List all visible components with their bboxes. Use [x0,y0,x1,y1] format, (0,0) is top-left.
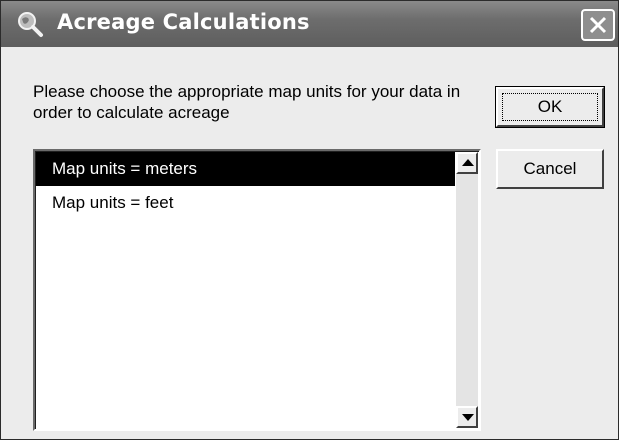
title-bar[interactable]: Acreage Calculations [1,1,618,47]
arrow-down-icon [462,414,474,421]
close-icon [589,16,607,34]
acreage-calculations-dialog: Acreage Calculations Please choose the a… [0,0,619,440]
cancel-button[interactable]: Cancel [496,149,604,189]
scroll-up-button[interactable] [456,152,478,174]
magnifier-globe-icon [18,12,43,37]
window-title: Acreage Calculations [57,10,310,34]
ok-button[interactable]: OK [495,86,605,128]
instruction-text: Please choose the appropriate map units … [33,82,461,122]
list-item-feet[interactable]: Map units = feet [36,186,455,220]
focus-rectangle [502,93,598,121]
vertical-scrollbar[interactable] [456,152,478,428]
close-button[interactable] [581,9,615,41]
list-items-container: Map units = meters Map units = feet [36,152,455,428]
cancel-button-label: Cancel [523,159,577,178]
list-item-meters[interactable]: Map units = meters [36,152,455,186]
scroll-down-button[interactable] [456,406,478,428]
map-units-listbox[interactable]: Map units = meters Map units = feet [33,149,481,431]
arrow-up-icon [462,159,474,166]
